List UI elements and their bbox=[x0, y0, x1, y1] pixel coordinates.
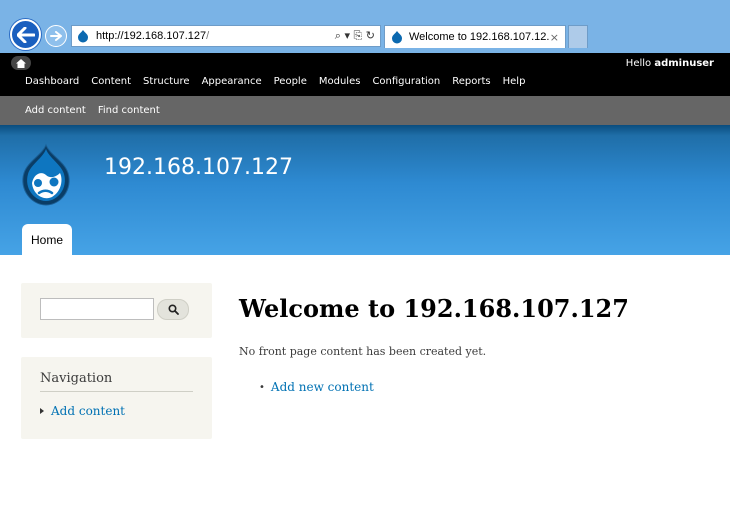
address-tools[interactable]: ⌕ ▾ ⎘ ↻ bbox=[335, 29, 380, 43]
user-greeting: Hello adminuser bbox=[625, 58, 714, 69]
url-text: http://192.168.107.127/ bbox=[96, 30, 210, 42]
add-new-content-link[interactable]: Add new content bbox=[271, 380, 374, 394]
site-header: 192.168.107.127 Home bbox=[0, 125, 730, 255]
tab-title: Welcome to 192.168.107.12... bbox=[409, 31, 550, 43]
arrow-left-icon bbox=[16, 26, 35, 43]
bullet-icon: • bbox=[259, 381, 265, 393]
list-item: • Add new content bbox=[259, 380, 374, 394]
navigation-block: Navigation Add content bbox=[21, 357, 212, 439]
drupal-logo-icon[interactable] bbox=[18, 143, 74, 207]
shortcut-find-content[interactable]: Find content bbox=[92, 105, 166, 116]
menu-reports[interactable]: Reports bbox=[446, 76, 496, 87]
menu-people[interactable]: People bbox=[268, 76, 313, 87]
arrow-right-icon bbox=[50, 31, 62, 41]
toolbar-home-button[interactable] bbox=[11, 56, 31, 70]
menu-dashboard[interactable]: Dashboard bbox=[19, 76, 85, 87]
search-input[interactable] bbox=[40, 298, 154, 320]
site-name[interactable]: 192.168.107.127 bbox=[104, 155, 293, 180]
tab-home[interactable]: Home bbox=[22, 224, 72, 255]
menu-structure[interactable]: Structure bbox=[137, 76, 196, 87]
page-title: Welcome to 192.168.107.127 bbox=[239, 294, 629, 323]
menu-help[interactable]: Help bbox=[497, 76, 532, 87]
menu-modules[interactable]: Modules bbox=[313, 76, 367, 87]
admin-menu: Dashboard Content Structure Appearance P… bbox=[19, 76, 531, 87]
shortcuts-bar: Add content Find content bbox=[0, 96, 730, 125]
back-button[interactable] bbox=[10, 19, 41, 50]
drupal-favicon-icon bbox=[78, 30, 88, 43]
drupal-favicon-icon bbox=[392, 31, 402, 44]
navigation-title: Navigation bbox=[40, 371, 193, 392]
menu-content[interactable]: Content bbox=[85, 76, 137, 87]
menu-appearance[interactable]: Appearance bbox=[196, 76, 268, 87]
address-bar[interactable]: http://192.168.107.127/ ⌕ ▾ ⎘ ↻ bbox=[71, 25, 381, 47]
new-tab-button[interactable] bbox=[568, 25, 588, 48]
username-link[interactable]: adminuser bbox=[654, 58, 714, 69]
admin-toolbar: Hello adminuser Dashboard Content Struct… bbox=[0, 53, 730, 96]
home-icon bbox=[16, 58, 26, 68]
close-tab-icon[interactable]: × bbox=[550, 31, 559, 44]
intro-text: No front page content has been created y… bbox=[239, 345, 487, 358]
browser-tab[interactable]: Welcome to 192.168.107.12... × bbox=[384, 25, 566, 48]
navigation-item: Add content bbox=[40, 404, 125, 418]
search-button[interactable] bbox=[157, 299, 189, 320]
shortcut-add-content[interactable]: Add content bbox=[19, 105, 92, 116]
forward-button[interactable] bbox=[45, 25, 67, 47]
navigation-add-content-link[interactable]: Add content bbox=[51, 404, 125, 418]
search-block bbox=[21, 283, 212, 338]
triangle-right-icon bbox=[40, 408, 44, 414]
menu-configuration[interactable]: Configuration bbox=[366, 76, 446, 87]
search-icon bbox=[167, 304, 179, 315]
browser-chrome: http://192.168.107.127/ ⌕ ▾ ⎘ ↻ Welcome … bbox=[0, 0, 730, 53]
